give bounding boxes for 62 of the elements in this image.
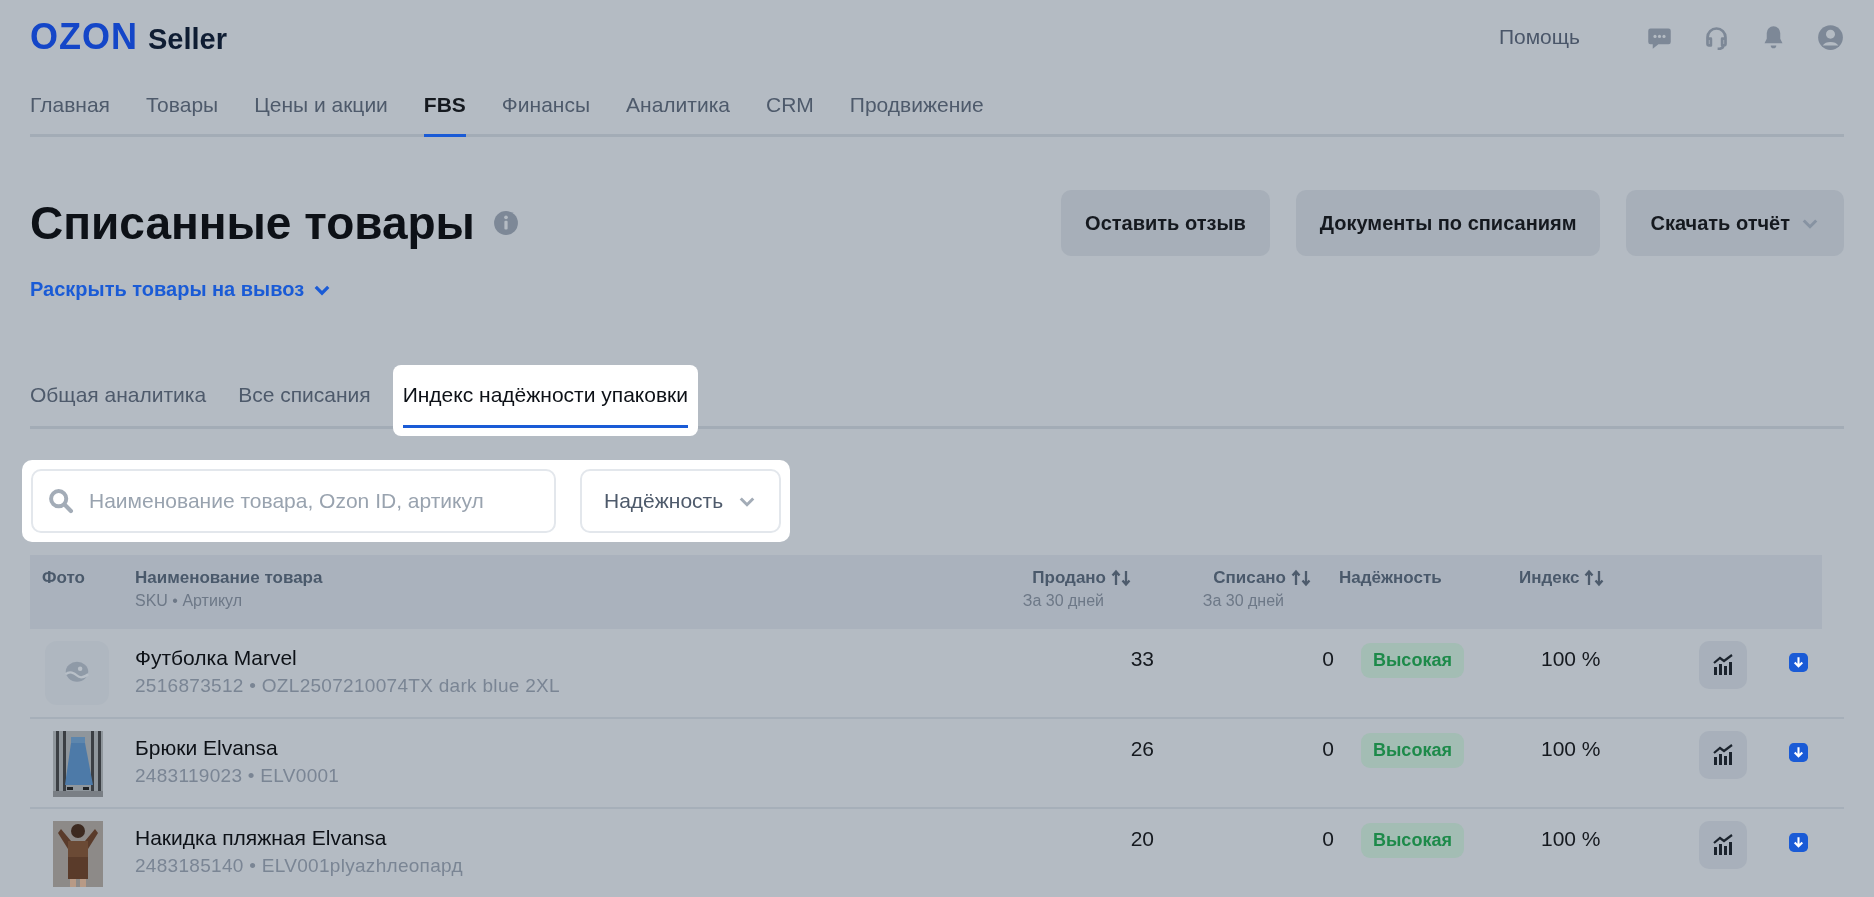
reliability-badge: Высокая	[1361, 733, 1464, 768]
column-header: Списано	[1213, 568, 1286, 588]
nav-tab[interactable]: Продвижение	[849, 80, 984, 137]
action-button[interactable]: Документы по списаниям	[1295, 190, 1601, 256]
chart-icon	[1711, 833, 1735, 857]
sort-icon[interactable]	[1583, 569, 1606, 587]
column-subheader: SKU • Артикул	[135, 592, 243, 610]
download-icon[interactable]	[1789, 653, 1808, 672]
logo-suffix: Seller	[148, 23, 227, 56]
table-cell: 33	[1130, 647, 1154, 670]
user-icon[interactable]	[1817, 23, 1844, 51]
search-field[interactable]: Наименование товара, Ozon ID, артикул	[31, 469, 556, 533]
chart-icon	[1711, 743, 1735, 767]
table-cell: 100 %	[1541, 737, 1601, 760]
download-icon[interactable]	[1789, 743, 1808, 762]
table-cell: 100 %	[1541, 647, 1601, 670]
nav-tab[interactable]: CRM	[766, 80, 814, 137]
nav-tab[interactable]: Финансы	[501, 80, 591, 137]
table-cell: 100 %	[1541, 827, 1601, 850]
column-header: Надёжность	[1339, 568, 1442, 588]
nav-tab[interactable]: Товары	[145, 80, 219, 137]
column-header: Продано	[1032, 568, 1106, 588]
reliability-badge: Высокая	[1361, 823, 1464, 858]
expand-link[interactable]: Раскрыть товары на вывоз	[30, 278, 333, 301]
sort-icon[interactable]	[1110, 569, 1132, 587]
section-tab[interactable]: Все списания	[238, 375, 371, 428]
nav-tab[interactable]: Главная	[30, 80, 110, 137]
nav-tab[interactable]: Цены и акции	[254, 80, 388, 137]
info-icon[interactable]	[492, 210, 519, 236]
table-cell: 26	[1130, 737, 1154, 760]
reliability-badge: Высокая	[1361, 643, 1464, 678]
chart-button[interactable]	[1699, 731, 1747, 779]
nav-tab[interactable]: FBS	[423, 80, 466, 137]
product-sku: 2516873512 • OZL2507210074TX dark blue 2XL	[135, 675, 561, 697]
column-header: Наименование товара	[135, 568, 323, 588]
search-icon	[47, 487, 75, 515]
column-subheader: За 30 дней	[1022, 592, 1104, 610]
reliability-select[interactable]: Надёжность	[580, 469, 782, 533]
table-cell: 0	[1322, 737, 1334, 760]
chart-icon	[1711, 653, 1735, 677]
column-subheader: За 30 дней	[1202, 592, 1284, 610]
sort-icon[interactable]	[1290, 569, 1312, 587]
table-cell: 0	[1322, 647, 1334, 670]
download-icon[interactable]	[1789, 833, 1808, 852]
product-name[interactable]: Накидка пляжная Elvansa	[135, 826, 994, 850]
section-tab[interactable]: Общая аналитика	[30, 375, 207, 428]
product-sku: 2483119023 • ELV0001	[135, 765, 341, 787]
table-cell: 0	[1322, 827, 1334, 850]
product-name[interactable]: Футболка Marvel	[135, 646, 994, 670]
column-header: Фото	[42, 568, 85, 588]
logo[interactable]: OZON	[30, 16, 138, 58]
product-name[interactable]: Брюки Elvansa	[135, 736, 994, 760]
chart-button[interactable]	[1699, 821, 1747, 869]
action-button[interactable]: Оставить отзыв	[1061, 190, 1270, 256]
product-sku: 2483185140 • ELV001plyazhлеопард	[135, 855, 464, 877]
help-link[interactable]: Помощь	[1498, 25, 1580, 49]
action-button[interactable]: Скачать отчёт	[1626, 190, 1844, 256]
chart-button[interactable]	[1699, 641, 1747, 689]
table-cell: 20	[1130, 827, 1154, 850]
nav-tab[interactable]: Аналитика	[626, 80, 730, 137]
page-title: Списанные товары	[30, 196, 475, 250]
column-header: Индекс	[1519, 568, 1580, 588]
